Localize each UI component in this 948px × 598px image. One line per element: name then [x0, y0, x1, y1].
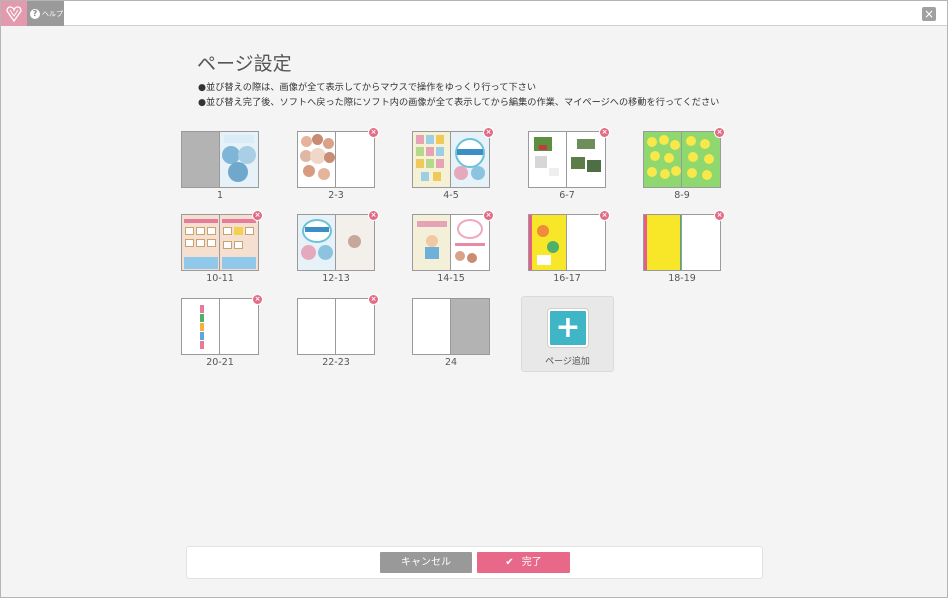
delete-page-icon[interactable]: ×	[599, 127, 610, 138]
page-number-label: 24	[444, 357, 458, 368]
delete-page-icon[interactable]: ×	[368, 210, 379, 221]
help-button[interactable]: ? ヘルプ	[27, 1, 64, 26]
delete-page-icon[interactable]: ×	[483, 210, 494, 221]
delete-page-icon[interactable]: ×	[252, 210, 263, 221]
page-number-label: 4-5	[443, 190, 459, 201]
close-button[interactable]: ×	[922, 7, 936, 21]
done-label: 完了	[521, 557, 542, 568]
page-settings-window: ? ヘルプ × ページ設定 ●並び替えの際は、画像が全て表示してからマウスで操作…	[0, 0, 948, 598]
check-icon: ✔	[505, 557, 514, 568]
page-thumbnail[interactable]: × 8-9	[643, 127, 725, 201]
spread-preview[interactable]: ×	[412, 210, 494, 271]
page-number-label: 8-9	[674, 190, 690, 201]
page-thumbnail[interactable]: × 18-19	[643, 210, 725, 284]
page-thumbnail[interactable]: × 12-13	[297, 210, 379, 284]
page-number-label: 10-11	[206, 273, 234, 284]
spread-preview[interactable]: ×	[412, 127, 494, 188]
spread-preview[interactable]: ×	[297, 294, 379, 355]
page-number-label: 2-3	[328, 190, 344, 201]
page-number-label: 16-17	[553, 273, 581, 284]
delete-page-icon[interactable]: ×	[368, 294, 379, 305]
spread-preview[interactable]	[181, 131, 259, 188]
page-title: ページ設定	[197, 53, 292, 75]
page-thumbnail[interactable]: 1	[181, 131, 259, 201]
page-thumbnail[interactable]: × 6-7	[528, 127, 610, 201]
delete-page-icon[interactable]: ×	[368, 127, 379, 138]
page-number-label: 18-19	[668, 273, 696, 284]
question-icon: ?	[30, 8, 40, 19]
cancel-button[interactable]: キャンセル	[380, 552, 472, 573]
page-thumbnail[interactable]: × 2-3	[297, 127, 379, 201]
delete-page-icon[interactable]: ×	[252, 294, 263, 305]
page-thumbnail[interactable]: × 10-11	[181, 210, 263, 284]
page-thumbnail[interactable]: 24	[412, 298, 490, 368]
page-thumbnail[interactable]: × 20-21	[181, 294, 263, 368]
page-thumbnail[interactable]: × 22-23	[297, 294, 379, 368]
spread-preview[interactable]: ×	[181, 294, 263, 355]
help-label: ヘルプ	[42, 9, 63, 18]
instruction-note: ●並び替えの際は、画像が全て表示してからマウスで操作をゆっくり行って下さい	[198, 82, 537, 93]
page-thumbnail[interactable]: × 4-5	[412, 127, 494, 201]
page-number-label: 1	[216, 190, 224, 201]
page-number-label: 20-21	[206, 357, 234, 368]
delete-page-icon[interactable]: ×	[483, 127, 494, 138]
spread-preview[interactable]: ×	[643, 210, 725, 271]
spread-preview[interactable]: ×	[181, 210, 263, 271]
spread-preview[interactable]: ×	[528, 127, 610, 188]
delete-page-icon[interactable]: ×	[714, 127, 725, 138]
add-page-label: ページ追加	[545, 357, 590, 367]
instruction-note: ●並び替え完了後、ソフトへ戻った際にソフト内の画像が全て表示してから編集の作業、…	[198, 97, 720, 108]
delete-page-icon[interactable]: ×	[714, 210, 725, 221]
add-page-button[interactable]: + ページ追加	[521, 296, 614, 372]
page-number-label: 6-7	[559, 190, 575, 201]
spread-preview[interactable]: ×	[643, 127, 725, 188]
page-number-label: 14-15	[437, 273, 465, 284]
footer-bar	[186, 546, 763, 579]
plus-icon: +	[548, 309, 588, 347]
spread-preview[interactable]: ×	[528, 210, 610, 271]
app-logo	[1, 1, 27, 26]
delete-page-icon[interactable]: ×	[599, 210, 610, 221]
spread-preview[interactable]: ×	[297, 127, 379, 188]
page-thumbnail[interactable]: × 16-17	[528, 210, 610, 284]
page-thumbnail[interactable]: × 14-15	[412, 210, 494, 284]
page-number-label: 12-13	[322, 273, 350, 284]
page-number-label: 22-23	[322, 357, 350, 368]
done-button[interactable]: ✔ 完了	[477, 552, 570, 573]
spread-preview[interactable]	[412, 298, 490, 355]
top-toolbar: ? ヘルプ ×	[1, 1, 947, 26]
spread-preview[interactable]: ×	[297, 210, 379, 271]
